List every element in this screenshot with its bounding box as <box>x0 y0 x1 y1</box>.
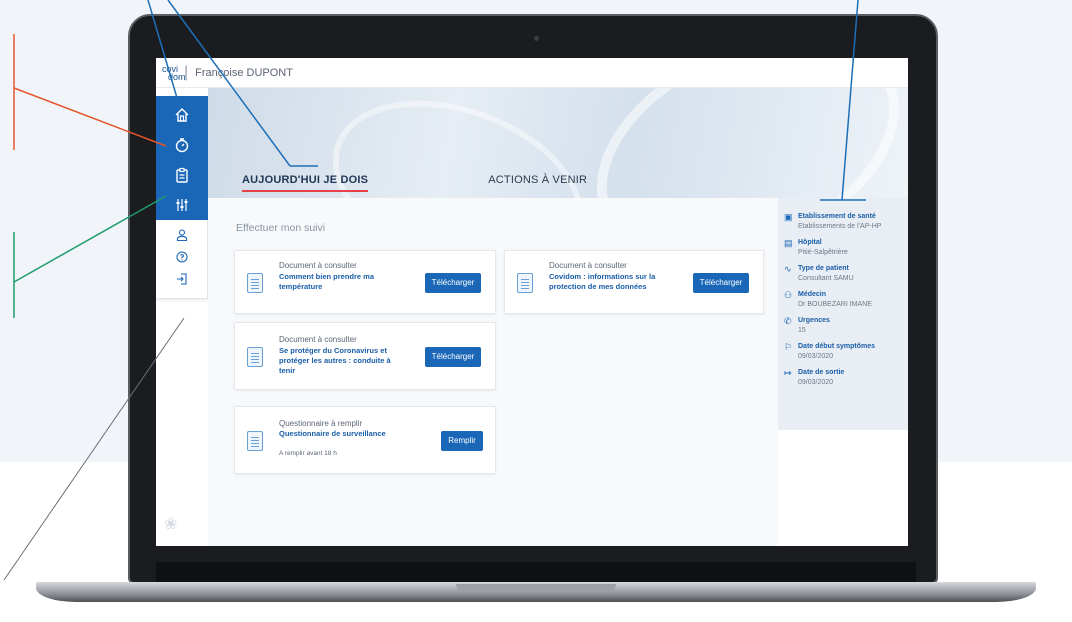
info-label: Date début symptômes <box>798 343 876 350</box>
document-card: Document à consulter Se protéger du Coro… <box>234 322 496 390</box>
card-kind: Questionnaire à remplir <box>279 419 363 428</box>
clipboard-icon[interactable] <box>156 160 208 190</box>
download-button[interactable]: Télécharger <box>693 273 749 293</box>
info-label: Hôpital <box>798 239 822 246</box>
questionnaire-icon <box>247 431 263 451</box>
info-value: 15 <box>798 327 806 334</box>
card-deadline: A remplir avant 18 h <box>279 450 337 457</box>
info-value: Pitié-Salpêtrière <box>798 249 848 256</box>
download-button[interactable]: Télécharger <box>425 347 481 367</box>
phone-icon: ✆ <box>784 316 792 326</box>
card-kind: Document à consulter <box>549 261 627 270</box>
doctor-icon: ⚇ <box>784 290 793 300</box>
info-value: 09/03/2020 <box>798 379 834 386</box>
pulse-icon: ∿ <box>784 264 792 274</box>
logo-line2: dom <box>168 71 186 82</box>
exit-icon: ↦ <box>784 368 792 378</box>
card-title[interactable]: Covidom : informations sur la protection… <box>549 272 679 292</box>
download-button[interactable]: Télécharger <box>425 273 481 293</box>
user-name: Françoise DUPONT <box>195 66 293 79</box>
covidom-logo[interactable]: covi dom <box>162 64 186 82</box>
info-item: ▣ Etablissement de santé Etablissements d… <box>784 212 904 232</box>
card-kind: Document à consulter <box>279 261 357 270</box>
fill-button[interactable]: Remplir <box>441 431 483 451</box>
info-item: ⚐ Date début symptômes 09/03/2020 <box>784 342 904 362</box>
info-label: Médecin <box>798 291 827 298</box>
help-icon[interactable] <box>156 246 207 268</box>
info-item: ∿ Type de patient Consultant SAMU <box>784 264 904 284</box>
info-label: Urgences <box>798 317 830 324</box>
hospital-building-icon: ▣ <box>784 212 793 222</box>
logout-icon[interactable] <box>156 268 207 290</box>
card-title[interactable]: Se protéger du Coronavirus et protéger l… <box>279 346 409 376</box>
sliders-icon[interactable] <box>156 190 208 220</box>
info-value: Dr BOUBEZARI IMANE <box>798 301 872 308</box>
info-label: Etablissement de santé <box>798 213 876 220</box>
info-label: Type de patient <box>798 265 849 272</box>
info-value: 09/03/2020 <box>798 353 834 360</box>
laptop-bottom-bezel <box>156 562 916 584</box>
webcam <box>534 36 539 41</box>
patient-info-panel: ▣ Etablissement de santé Etablissements d… <box>778 198 908 430</box>
document-icon <box>247 347 263 367</box>
document-card: Document à consulter Comment bien prendr… <box>234 250 496 314</box>
institution-icon: ▤ <box>784 238 793 248</box>
sidebar-secondary <box>156 220 208 299</box>
info-item: ↦ Date de sortie 09/03/2020 <box>784 368 904 388</box>
tab-upcoming-actions[interactable]: ACTIONS À VENIR <box>488 174 587 192</box>
info-value: Etablissements de l'AP-HP <box>798 223 882 230</box>
card-title[interactable]: Questionnaire de surveillance <box>279 429 409 439</box>
sidebar-primary <box>156 96 208 220</box>
card-kind: Document à consulter <box>279 335 357 344</box>
user-icon[interactable] <box>156 224 207 246</box>
document-icon <box>247 273 263 293</box>
title-separator: | <box>184 63 189 81</box>
footer-leaf-icon: ❀ <box>164 516 178 533</box>
info-item: ⚇ Médecin Dr BOUBEZARI IMANE <box>784 290 904 310</box>
top-bar: covi dom | Françoise DUPONT <box>156 58 908 88</box>
info-item: ▤ Hôpital Pitié-Salpêtrière <box>784 238 904 258</box>
tab-bar: AUJOURD'HUI JE DOIS ACTIONS À VENIR <box>208 168 788 198</box>
card-title[interactable]: Comment bien prendre ma température <box>279 272 399 292</box>
sidebar <box>156 96 208 316</box>
home-icon[interactable] <box>156 100 208 130</box>
document-icon <box>517 273 533 293</box>
tab-today[interactable]: AUJOURD'HUI JE DOIS <box>242 174 369 192</box>
questionnaire-card: Questionnaire à remplir Questionnaire de… <box>234 406 496 474</box>
info-value: Consultant SAMU <box>798 275 854 282</box>
laptop-notch <box>456 584 616 592</box>
flag-icon: ⚐ <box>784 342 793 352</box>
section-title: Effectuer mon suivi <box>236 222 326 234</box>
laptop-screen: covi dom | Françoise DUPONT AUJOURD'HUI … <box>156 58 908 546</box>
info-item: ✆ Urgences 15 <box>784 316 904 336</box>
info-label: Date de sortie <box>798 369 845 376</box>
stopwatch-icon[interactable] <box>156 130 208 160</box>
main-content: Effectuer mon suivi Document à consulter… <box>208 198 778 546</box>
document-card: Document à consulter Covidom : informati… <box>504 250 764 314</box>
